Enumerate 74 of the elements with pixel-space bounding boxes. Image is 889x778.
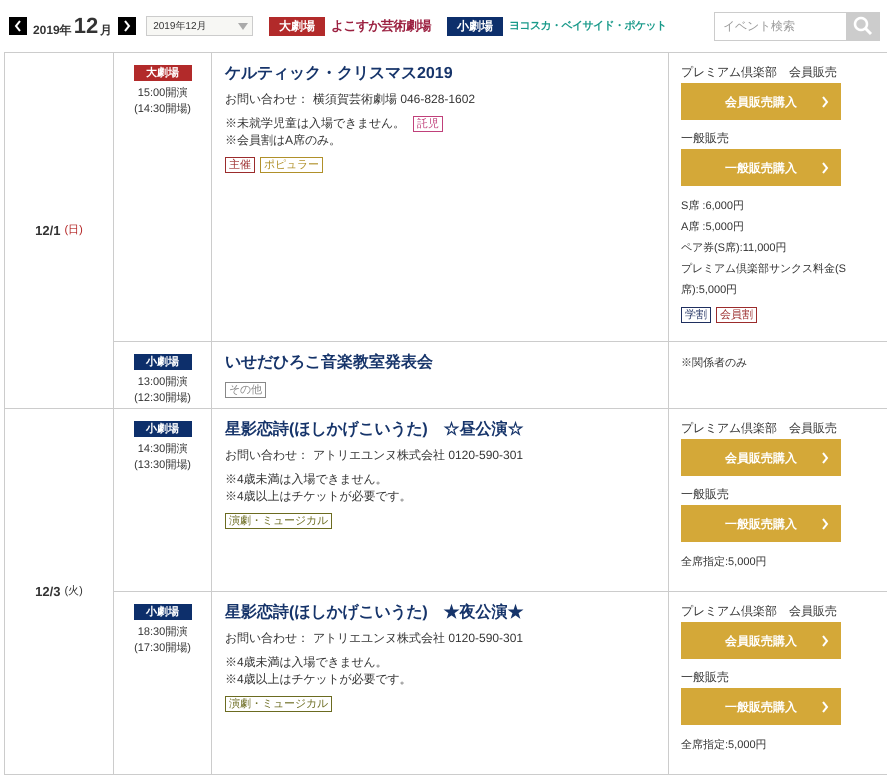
- contact-label: お問い合わせ：: [225, 447, 309, 463]
- event-note: ※4歳以上はチケットが必要です。: [225, 671, 412, 688]
- category-tag: 託児: [413, 116, 443, 132]
- sale-label: プレミアム倶楽部 会員販売: [681, 64, 838, 80]
- venue-badge[interactable]: 大劇場: [269, 16, 326, 36]
- event-note: ※4歳未満は入場できません。: [225, 654, 388, 671]
- chevron-icon: [821, 635, 829, 647]
- contact-info: アトリエユンヌ株式会社 0120-590-301: [313, 630, 524, 646]
- category-tag: 演劇・ミュージカル: [225, 696, 332, 712]
- month-select[interactable]: 2019年12月: [146, 16, 254, 36]
- doors-time: (13:30開場): [134, 458, 191, 473]
- event-title[interactable]: 星影恋詩(ほしかげこいうた) ☆昼公演☆: [225, 419, 668, 441]
- chevron-icon: [821, 452, 829, 464]
- venue-badge: 小劇場: [134, 604, 192, 620]
- price-text: プレミアム倶楽部サンクス料金(S席):5,000円: [681, 262, 847, 298]
- venue-badge: 大劇場: [134, 65, 192, 81]
- event-title[interactable]: 星影恋詩(ほしかげこいうた) ★夜公演★: [225, 602, 668, 624]
- chevron-left-icon: [14, 20, 22, 32]
- venue-badge: 小劇場: [134, 354, 192, 370]
- doors-time: (17:30開場): [134, 641, 191, 656]
- year-text: 2019年: [33, 22, 72, 38]
- contact-info: アトリエユンヌ株式会社 0120-590-301: [313, 447, 524, 463]
- event-note: ※未就学児童は入場できません。: [225, 115, 405, 132]
- venue-badge[interactable]: 小劇場: [447, 16, 504, 36]
- chevron-icon: [821, 518, 829, 530]
- contact-info: 横須賀芸術劇場 046-828-1602: [313, 91, 476, 107]
- weekday-text: (火): [64, 584, 83, 600]
- start-time: 14:30開演: [138, 442, 188, 457]
- price-text: ペア券(S席):11,000円: [681, 240, 788, 256]
- start-time: 15:00開演: [138, 86, 188, 101]
- chevron-icon: [821, 701, 829, 713]
- weekday-text: (日): [64, 223, 83, 238]
- sale-label: 一般販売: [681, 669, 730, 685]
- venue-badge: 小劇場: [134, 421, 192, 437]
- sale-label: プレミアム倶楽部 会員販売: [681, 420, 838, 436]
- chevron-right-icon: [123, 20, 132, 32]
- sale-label: 一般販売: [681, 486, 730, 502]
- event-note: ※4歳未満は入場できません。: [225, 471, 388, 488]
- event-title[interactable]: いせだひろこ音楽教室発表会: [225, 352, 668, 374]
- category-tag: ポピュラー: [260, 157, 323, 173]
- price-text: 全席指定:5,000円: [681, 738, 768, 753]
- price-text: S席 :6,000円: [681, 198, 745, 214]
- price-text: 全席指定:5,000円: [681, 554, 768, 570]
- dropdown-caret-icon: [238, 22, 248, 30]
- category-tag: その他: [225, 382, 266, 398]
- date-text: 12/1: [35, 222, 60, 240]
- venue-logo[interactable]: よこすか芸術劇場: [331, 16, 432, 36]
- start-time: 18:30開演: [138, 624, 188, 640]
- category-tag: 主催: [225, 157, 255, 173]
- price-text: ※関係者のみ: [681, 356, 748, 371]
- contact-label: お問い合わせ：: [225, 630, 309, 646]
- event-note: ※会員割はA席のみ。: [225, 132, 342, 149]
- sale-label: プレミアム倶楽部 会員販売: [681, 603, 838, 619]
- date-text: 12/3: [35, 582, 60, 601]
- chevron-icon: [821, 162, 829, 174]
- previous-month-button[interactable]: [9, 17, 27, 35]
- category-tag: 演劇・ミュージカル: [225, 513, 332, 529]
- next-month-button[interactable]: [118, 17, 136, 35]
- venue-logo[interactable]: ヨコスカ・ベイサイド・ポケット: [509, 18, 667, 34]
- contact-label: お問い合わせ：: [225, 91, 309, 107]
- price-text: A席 :5,000円: [681, 220, 745, 235]
- start-time: 13:00開演: [138, 374, 188, 390]
- event-note: ※4歳以上はチケットが必要です。: [225, 488, 412, 505]
- doors-time: (14:30開場): [134, 102, 191, 117]
- sale-label: 一般販売: [681, 130, 730, 146]
- chevron-icon: [821, 96, 829, 108]
- doors-time: (12:30開場): [134, 391, 191, 406]
- event-title[interactable]: ケルティック・クリスマス2019: [225, 63, 668, 85]
- category-tag: 会員割: [716, 307, 757, 323]
- search-icon: [853, 16, 873, 36]
- month-number: 12: [74, 14, 98, 38]
- month-suffix: 月: [100, 22, 112, 38]
- category-tag: 学割: [681, 307, 711, 323]
- event-search-field[interactable]: イベント検索: [714, 12, 846, 40]
